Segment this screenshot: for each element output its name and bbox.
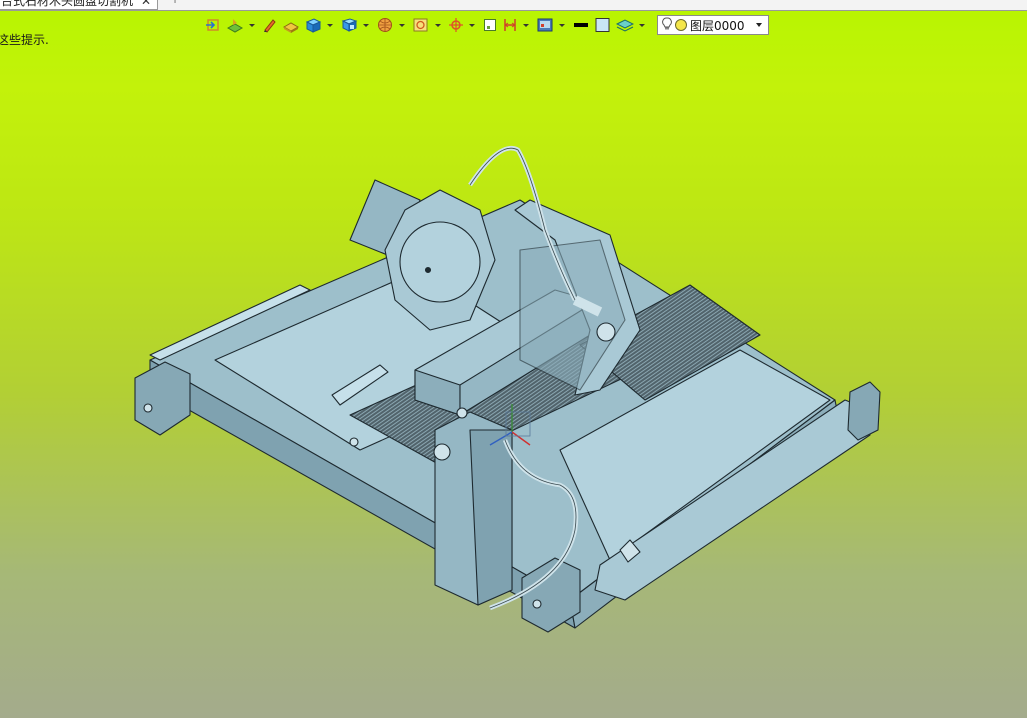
- toolbar: 图层0000: [205, 14, 769, 36]
- line-color-swatch[interactable]: [571, 15, 591, 35]
- cutting-machine-model: [134, 146, 881, 633]
- document-tab-bar: 台式石材木头圆盘切割机 ✕ +: [0, 0, 1027, 11]
- close-icon[interactable]: ✕: [141, 0, 151, 9]
- new-tab-icon[interactable]: +: [170, 0, 180, 6]
- chevron-down-icon[interactable]: [249, 23, 255, 27]
- chevron-down-icon[interactable]: [756, 23, 762, 27]
- dimension-icon[interactable]: [501, 15, 519, 35]
- layer-select[interactable]: 图层0000: [657, 15, 769, 35]
- chevron-down-icon[interactable]: [363, 23, 369, 27]
- lightbulb-icon[interactable]: [662, 17, 672, 34]
- extrude-face-icon[interactable]: [281, 15, 301, 35]
- document-tab-title: 台式石材木头圆盘切割机: [1, 0, 134, 8]
- shell-icon[interactable]: [339, 15, 359, 35]
- layer-stack-icon[interactable]: [615, 15, 635, 35]
- exit-sketch-icon[interactable]: [205, 15, 223, 35]
- chevron-down-icon[interactable]: [327, 23, 333, 27]
- face-color-swatch[interactable]: [593, 15, 613, 35]
- chevron-down-icon[interactable]: [469, 23, 475, 27]
- sphere-grid-icon[interactable]: [375, 15, 395, 35]
- chevron-down-icon[interactable]: [399, 23, 405, 27]
- pen-icon[interactable]: [261, 15, 279, 35]
- chevron-down-icon[interactable]: [559, 23, 565, 27]
- solid-box-icon[interactable]: [303, 15, 323, 35]
- chevron-down-icon[interactable]: [523, 23, 529, 27]
- layer-name: 图层0000: [690, 18, 745, 33]
- small-square-icon[interactable]: [481, 15, 499, 35]
- display-mode-icon[interactable]: [535, 15, 555, 35]
- view-orient-icon[interactable]: [411, 15, 431, 35]
- axis-icon[interactable]: [447, 15, 465, 35]
- document-tab[interactable]: 台式石材木头圆盘切割机 ✕: [0, 0, 159, 10]
- chevron-down-icon[interactable]: [435, 23, 441, 27]
- chevron-down-icon[interactable]: [639, 23, 645, 27]
- layer-color-dot[interactable]: [675, 19, 687, 31]
- 3d-viewport[interactable]: [0, 40, 1027, 718]
- sketch-plane-icon[interactable]: [225, 15, 245, 35]
